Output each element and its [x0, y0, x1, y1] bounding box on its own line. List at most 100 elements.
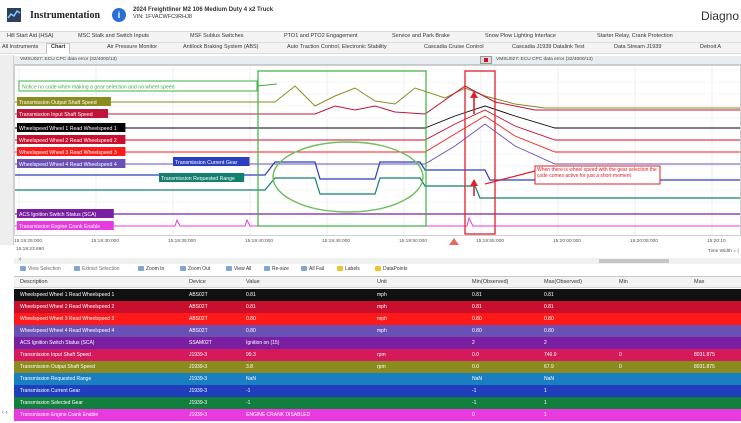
channel-label-text: ACS Ignition Switch Status (SCA)	[19, 212, 97, 218]
time-marker-icon[interactable]	[449, 238, 459, 246]
row-device: J1939-3	[189, 364, 208, 370]
vehicle-info-icon[interactable]: i	[112, 8, 126, 22]
row-min-observed: -1	[472, 400, 477, 406]
table-row[interactable]: Transmission Output Shaft Speed J1939-3 3.…	[14, 361, 741, 373]
tab-chart[interactable]: Chart	[46, 43, 71, 54]
row-device: J1939-3	[189, 400, 208, 406]
extract-selection-button[interactable]: Extract Selection	[74, 266, 120, 272]
col-max-observed[interactable]: Max(Observed)	[544, 279, 582, 285]
channel-label-text: Transmission Input Shaft Speed	[19, 112, 93, 118]
time-tick-label: 15:19:55:000	[476, 239, 505, 244]
row-max-observed: 0.81	[544, 304, 554, 310]
channel-label: Transmission Engine Crank Enable	[17, 221, 114, 230]
labels-button[interactable]: Labels	[337, 266, 360, 272]
tab-snow-plow[interactable]: Snow Plow Lighting Interface	[485, 33, 556, 39]
tab-row-2: All Instruments Chart Air Pressure Monit…	[0, 43, 741, 54]
row-min: 0	[619, 352, 622, 358]
tab-pto-engagement[interactable]: PTO1 and PTO2 Engagement	[284, 33, 357, 39]
time-tick-label: 15:19:40:000	[245, 239, 274, 244]
tab-data-stream[interactable]: Data Stream J1939	[614, 44, 661, 50]
zoom-in-button[interactable]: Zoom In	[138, 266, 164, 272]
tab-row-1: Hill Start Aid (HSA) MSC Stalk and Switc…	[0, 32, 741, 43]
row-unit: mph	[377, 292, 387, 298]
row-description: Transmission Requested Range	[20, 376, 92, 382]
top-note-arrow	[256, 83, 278, 87]
row-min-observed: 0.81	[472, 304, 482, 310]
table-row[interactable]: Transmission Current Gear J1939-3 -1 -1 1	[14, 385, 741, 397]
row-device: J1939-3	[189, 376, 208, 382]
tab-air-pressure[interactable]: Air Pressure Monitor	[107, 44, 157, 50]
channel-label: ACS Ignition Switch Status (SCA)	[17, 209, 114, 218]
tab-auto-traction[interactable]: Auto Traction Control, Electronic Stabil…	[287, 44, 387, 50]
channel-label-text: Wheelspeed Wheel 3 Read Wheelspeed 3	[19, 150, 117, 156]
tab-hill-start-aid[interactable]: Hill Start Aid (HSA)	[7, 33, 53, 39]
view-selection-button[interactable]: View Selection	[20, 266, 61, 272]
zoom-out-button[interactable]: Zoom Out	[180, 266, 210, 272]
time-tick-label: 15:20:00:000	[553, 239, 582, 244]
chart-plot-area[interactable]: Transmission Output Shaft Speed Transmiss…	[14, 65, 741, 236]
table-row[interactable]: Wheelspeed Wheel 1 Read Wheelspeed 1 ABS0…	[14, 289, 741, 301]
row-device: SSAM02T	[189, 340, 212, 346]
table-row[interactable]: Wheelspeed Wheel 3 Read Wheelspeed 3 ABS0…	[14, 313, 741, 325]
resize-icon	[264, 266, 270, 272]
data-points-icon	[375, 266, 381, 272]
time-tick-label: 15:19:35:000	[168, 239, 197, 244]
tab-service-park-brake[interactable]: Service and Park Brake	[392, 33, 450, 39]
col-device[interactable]: Device	[189, 279, 206, 285]
row-max-observed: 1	[544, 412, 547, 418]
row-value: 0.81	[246, 304, 256, 310]
view-all-button[interactable]: View All	[226, 266, 251, 272]
time-tick-label: 15:19:30:000	[91, 239, 120, 244]
zoom-out-icon	[180, 266, 186, 272]
tab-starter-relay[interactable]: Starter Relay, Crank Protection	[597, 33, 673, 39]
labels-icon	[337, 266, 343, 272]
tab-datalink-test[interactable]: Cascadia J1939 Datalink Test	[512, 44, 584, 50]
tab-msf-sublus[interactable]: MSF Sublus Switches	[190, 33, 244, 39]
col-max[interactable]: Max	[694, 279, 704, 285]
table-row[interactable]: Transmission Engine Crank Enable J1939-3 E…	[14, 409, 741, 421]
fault-code-left: VMSU027: ECU CPC data error (32/4000/13)	[20, 57, 117, 62]
all-fail-button[interactable]: All Fail	[301, 266, 324, 272]
channel-label-text: Transmission Requested Range	[161, 176, 235, 182]
channel-label-text: Wheelspeed Wheel 1 Read Wheelspeed 1	[19, 126, 117, 132]
tab-abs[interactable]: Antilock Braking System (ABS)	[183, 44, 259, 50]
table-row[interactable]: Transmission Requested Range J1939-3 NaN Na…	[14, 373, 741, 385]
row-value: 0.81	[246, 292, 256, 298]
fault-marker-button[interactable]	[480, 56, 492, 64]
channel-label: Transmission Requested Range	[159, 173, 245, 182]
scrollbar-thumb[interactable]	[599, 259, 669, 263]
time-width-label: Time Width = (	[707, 249, 739, 254]
scroll-left-icon[interactable]: ‹	[19, 256, 21, 263]
table-row[interactable]: Transmission Input Shaft Speed J1939-3 99.…	[14, 349, 741, 361]
table-row[interactable]: ACS Ignition Switch Status (SCA) SSAM02T I…	[14, 337, 741, 349]
tab-msc-stalk[interactable]: MSC Stalk and Switch Inputs	[78, 33, 149, 39]
table-row[interactable]: Wheelspeed Wheel 2 Read Wheelspeed 2 ABS0…	[14, 301, 741, 313]
col-value[interactable]: Value	[246, 279, 260, 285]
row-max-observed: 746.9	[544, 352, 557, 358]
resize-button[interactable]: Re-size	[264, 266, 289, 272]
row-description: Transmission Current Gear	[20, 388, 81, 394]
col-description[interactable]: Description	[20, 279, 48, 285]
left-gutter	[0, 55, 14, 245]
col-min-observed[interactable]: Min(Observed)	[472, 279, 508, 285]
row-max-observed: NaN	[544, 376, 555, 382]
table-row[interactable]: Wheelspeed Wheel 4 Read Wheelspeed 4 ABS0…	[14, 325, 741, 337]
diagnostics-title: Diagno	[700, 9, 739, 23]
row-max-observed: 1	[544, 388, 547, 394]
row-max-observed: 0.80	[544, 328, 554, 334]
tab-cruise-control[interactable]: Cascadia Cruise Control	[424, 44, 484, 50]
tab-all-instruments[interactable]: All Instruments	[2, 44, 38, 50]
tab-detroit[interactable]: Detroit A	[700, 44, 721, 50]
channel-label: Transmission Output Shaft Speed	[17, 97, 111, 106]
col-min[interactable]: Min	[619, 279, 628, 285]
col-unit[interactable]: Unit	[377, 279, 387, 285]
table-row[interactable]: Transmission Selected Gear J1939-3 -1 -1 1	[14, 397, 741, 409]
row-value: Ignition on (15)	[246, 340, 280, 346]
row-max: 8031.875	[694, 352, 715, 358]
time-tick-label: 15:19:50:000	[399, 239, 428, 244]
row-value: 3.8	[246, 364, 253, 370]
row-description: Transmission Selected Gear	[20, 400, 83, 406]
data-points-button[interactable]: DataPoints	[375, 266, 407, 272]
side-nav-arrows[interactable]: ‹ ›	[2, 410, 8, 416]
channel-label-text: Transmission Current Gear	[175, 160, 238, 166]
